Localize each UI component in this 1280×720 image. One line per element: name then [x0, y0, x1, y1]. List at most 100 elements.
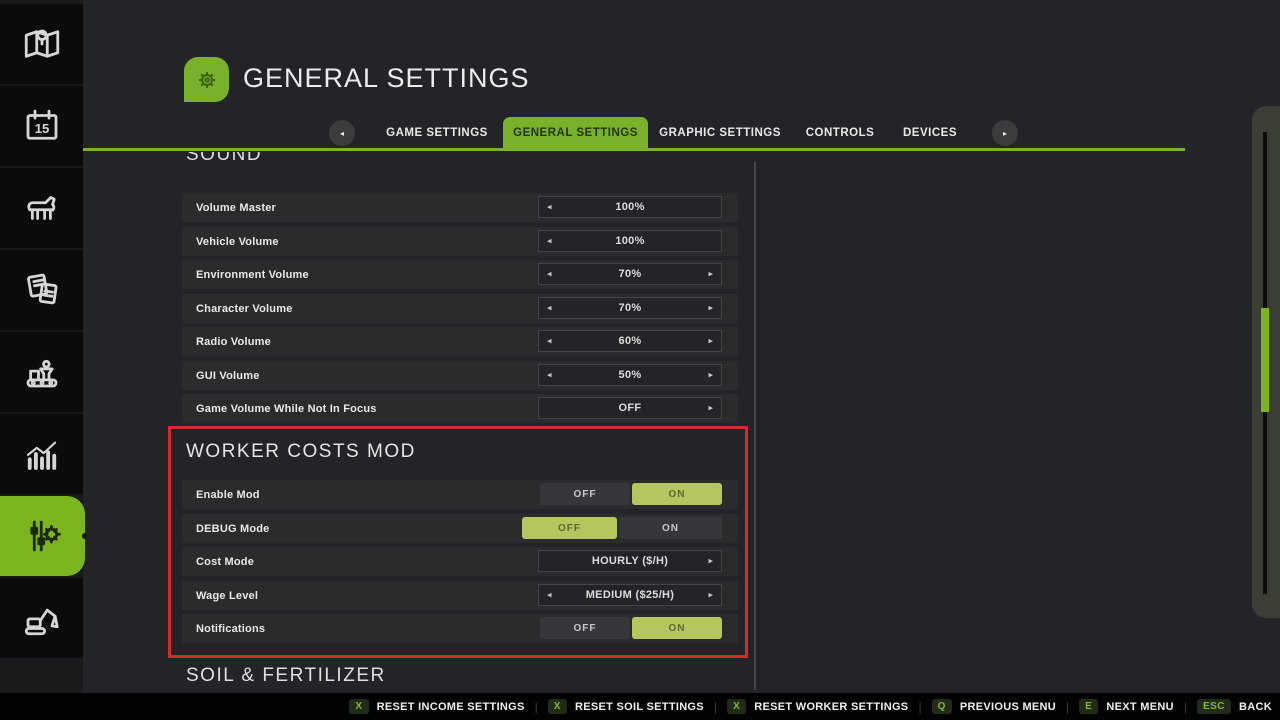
sidebar-item-map[interactable]: [0, 4, 83, 84]
left-arrow-icon: ◂: [340, 129, 344, 138]
sidebar-item-contracts[interactable]: [0, 250, 83, 330]
footer-action-previous-menu[interactable]: Q PREVIOUS MENU: [932, 699, 1056, 714]
stepper-cost-mode[interactable]: ◂ HOURLY ($/H) ▸: [538, 550, 722, 572]
stepper-right-arrow-icon[interactable]: ▸: [708, 336, 713, 347]
stepper-gui-volume[interactable]: ◂ 50% ▸: [538, 364, 722, 386]
setting-row-vehicle-volume[interactable]: Vehicle Volume ◂ 100% ▸: [182, 227, 738, 256]
sidebar-item-calendar[interactable]: 15: [0, 86, 83, 166]
stepper-environment-volume[interactable]: ◂ 70% ▸: [538, 263, 722, 285]
stepper-right-arrow-icon[interactable]: ▸: [708, 303, 713, 314]
sidebar-item-animals[interactable]: [0, 168, 83, 248]
tab-controls[interactable]: CONTROLS: [806, 127, 875, 139]
stepper-left-arrow-icon[interactable]: ◂: [547, 590, 552, 601]
scrollbar-thumb[interactable]: [1261, 308, 1269, 412]
right-arrow-icon: ▸: [1003, 129, 1007, 138]
stepper-left-arrow-icon[interactable]: ◂: [547, 336, 552, 347]
section-title-soil-fertilizer: SOIL & FERTILIZER: [186, 665, 386, 682]
setting-row-debug-mode[interactable]: DEBUG Mode OFF ON: [182, 514, 738, 543]
footer-separator: |: [918, 700, 921, 714]
footer-separator: |: [1066, 700, 1069, 714]
stepper-radio-volume[interactable]: ◂ 60% ▸: [538, 330, 722, 352]
toggle-debug-mode: OFF ON: [522, 517, 722, 539]
section-title-sound: SOUND: [186, 152, 262, 171]
footer-action-reset-worker[interactable]: X RESET WORKER SETTINGS: [727, 699, 908, 714]
production-icon: [21, 351, 63, 393]
footer-separator: |: [714, 700, 717, 714]
setting-row-enable-mod[interactable]: Enable Mod OFF ON: [182, 480, 738, 509]
stepper-left-arrow-icon[interactable]: ◂: [547, 236, 552, 247]
toggle-on-button[interactable]: ON: [632, 617, 722, 639]
stepper-right-arrow-icon[interactable]: ▸: [708, 403, 713, 414]
footer-separator: |: [1184, 700, 1187, 714]
stepper-volume-master[interactable]: ◂ 100% ▸: [538, 196, 722, 218]
settings-screen: 15: [0, 0, 1280, 720]
calendar-icon: 15: [21, 105, 63, 147]
stepper-right-arrow-icon[interactable]: ▸: [708, 556, 713, 567]
animals-icon: [21, 187, 63, 229]
statistics-icon: [21, 433, 63, 475]
stepper-right-arrow-icon[interactable]: ▸: [708, 370, 713, 381]
page-title: GENERAL SETTINGS: [243, 63, 530, 94]
tab-game-settings[interactable]: GAME SETTINGS: [386, 127, 488, 139]
stepper-left-arrow-icon[interactable]: ◂: [547, 303, 552, 314]
toggle-off-button[interactable]: OFF: [540, 617, 630, 639]
key-x-icon: X: [727, 699, 746, 714]
sidebar: 15: [0, 0, 83, 693]
stepper-game-volume-focus[interactable]: ◂ OFF ▸: [538, 397, 722, 419]
key-x-icon: X: [548, 699, 567, 714]
list-scrollbar-track[interactable]: [754, 162, 756, 690]
gear-icon: [192, 65, 222, 95]
setting-row-environment-volume[interactable]: Environment Volume ◂ 70% ▸: [182, 260, 738, 289]
sidebar-item-statistics[interactable]: [0, 414, 83, 494]
setting-row-cost-mode[interactable]: Cost Mode ◂ HOURLY ($/H) ▸: [182, 547, 738, 576]
setting-row-wage-level[interactable]: Wage Level ◂ MEDIUM ($25/H) ▸: [182, 581, 738, 610]
sidebar-item-settings[interactable]: [0, 496, 85, 576]
footer-action-reset-soil[interactable]: X RESET SOIL SETTINGS: [548, 699, 704, 714]
toggle-enable-mod: OFF ON: [540, 483, 722, 505]
stepper-left-arrow-icon[interactable]: ◂: [547, 202, 552, 213]
footer-action-reset-income[interactable]: X RESET INCOME SETTINGS: [349, 699, 524, 714]
stepper-right-arrow-icon[interactable]: ▸: [708, 590, 713, 601]
footer-action-next-menu[interactable]: E NEXT MENU: [1079, 699, 1174, 714]
tab-devices[interactable]: DEVICES: [903, 127, 957, 139]
settings-icon: [22, 515, 64, 557]
setting-row-game-volume-focus[interactable]: Game Volume While Not In Focus ◂ OFF ▸: [182, 394, 738, 423]
contracts-icon: [21, 269, 63, 311]
stepper-wage-level[interactable]: ◂ MEDIUM ($25/H) ▸: [538, 584, 722, 606]
setting-row-volume-master[interactable]: Volume Master ◂ 100% ▸: [182, 193, 738, 222]
toggle-off-button[interactable]: OFF: [540, 483, 630, 505]
setting-row-notifications[interactable]: Notifications OFF ON: [182, 614, 738, 643]
map-icon: [21, 23, 63, 65]
footer-shortcut-bar: X RESET INCOME SETTINGS | X RESET SOIL S…: [0, 693, 1280, 720]
key-x-icon: X: [349, 699, 368, 714]
footer-action-back[interactable]: ESC BACK: [1197, 699, 1272, 714]
setting-row-character-volume[interactable]: Character Volume ◂ 70% ▸: [182, 294, 738, 323]
toggle-notifications: OFF ON: [540, 617, 722, 639]
stepper-left-arrow-icon[interactable]: ◂: [547, 370, 552, 381]
setting-row-radio-volume[interactable]: Radio Volume ◂ 60% ▸: [182, 327, 738, 356]
sidebar-item-production[interactable]: [0, 332, 83, 412]
setting-row-gui-volume[interactable]: GUI Volume ◂ 50% ▸: [182, 361, 738, 390]
scrollbar[interactable]: [1252, 106, 1280, 618]
section-title-worker-costs-mod: WORKER COSTS MOD: [186, 441, 416, 463]
key-esc-icon: ESC: [1197, 699, 1231, 714]
page-icon: [184, 57, 229, 102]
toggle-off-button[interactable]: OFF: [522, 517, 617, 539]
footer-separator: |: [535, 700, 538, 714]
tab-underline: [83, 148, 1185, 151]
stepper-left-arrow-icon[interactable]: ◂: [547, 269, 552, 280]
svg-text:15: 15: [34, 121, 49, 136]
stepper-right-arrow-icon[interactable]: ▸: [708, 269, 713, 280]
tab-general-settings[interactable]: GENERAL SETTINGS: [503, 117, 648, 149]
tabs-prev-button[interactable]: ◂: [329, 120, 355, 146]
stepper-character-volume[interactable]: ◂ 70% ▸: [538, 297, 722, 319]
sidebar-item-construction[interactable]: [0, 578, 83, 658]
toggle-on-button[interactable]: ON: [632, 483, 722, 505]
toggle-on-button[interactable]: ON: [619, 517, 722, 539]
key-e-icon: E: [1079, 699, 1098, 714]
tabs-next-button[interactable]: ▸: [992, 120, 1018, 146]
key-q-icon: Q: [932, 699, 952, 714]
tab-graphic-settings[interactable]: GRAPHIC SETTINGS: [659, 127, 781, 139]
stepper-vehicle-volume[interactable]: ◂ 100% ▸: [538, 230, 722, 252]
active-tab-dot: [82, 533, 88, 539]
